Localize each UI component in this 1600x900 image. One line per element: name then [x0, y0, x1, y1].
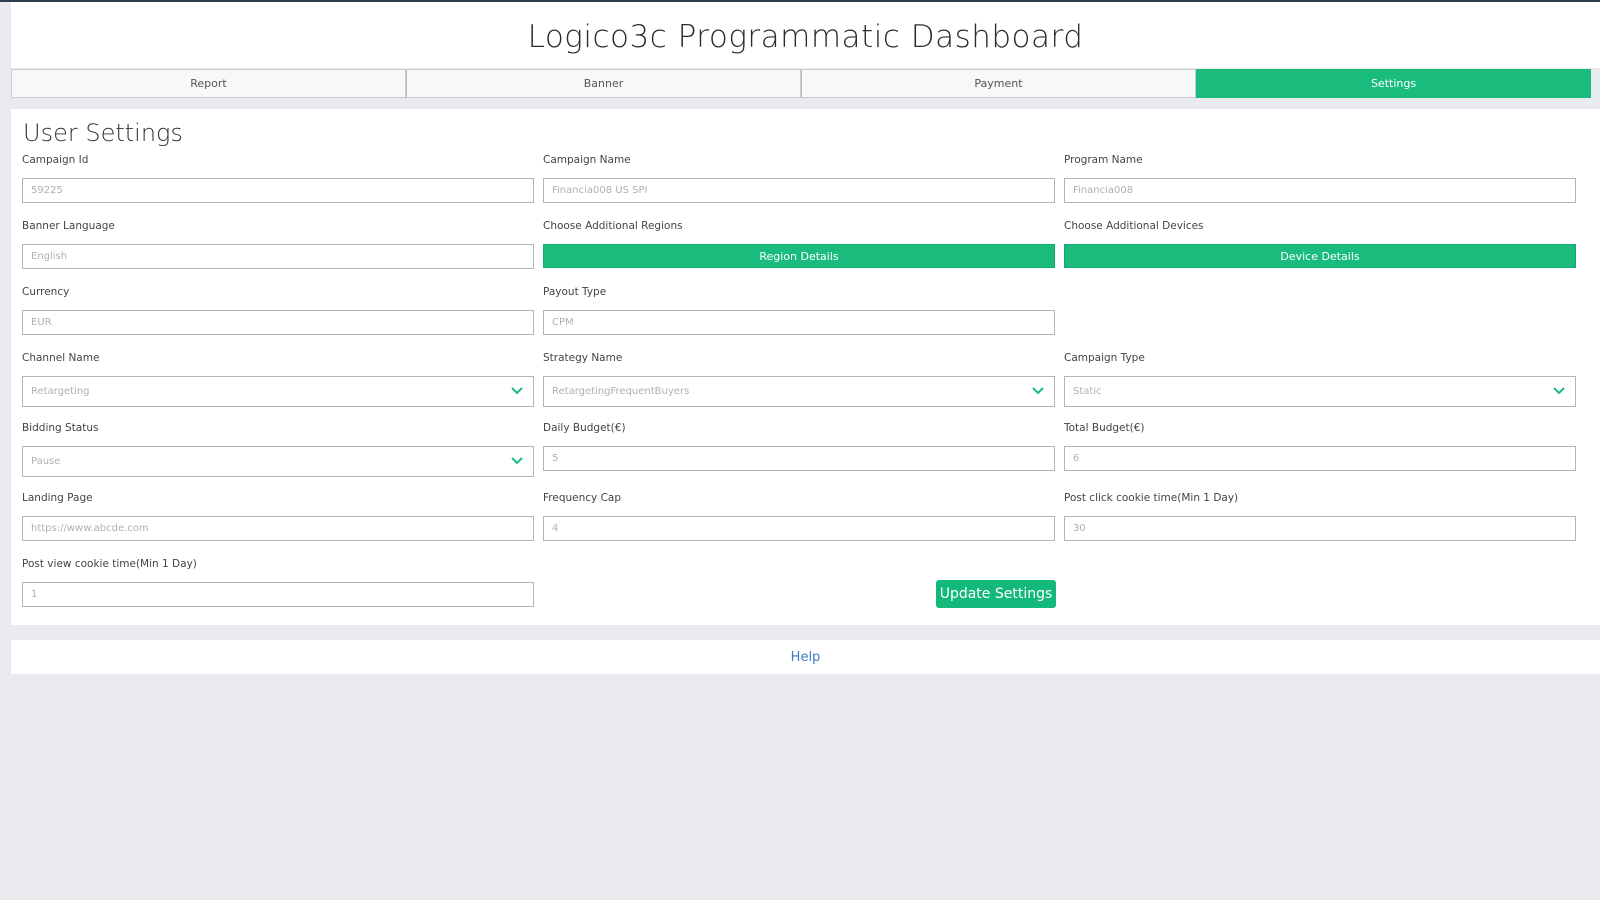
bidding-status-select[interactable]: Pause	[22, 446, 534, 477]
post-view-cookie-field: Post view cookie time(Min 1 Day) 1	[22, 557, 534, 607]
device-details-button[interactable]: Device Details	[1064, 244, 1576, 268]
campaign-type-select[interactable]: Static	[1064, 376, 1576, 407]
page-title: Logico3c Programmatic Dashboard	[527, 19, 1084, 55]
landing-page-input[interactable]: https://www.abcde.com	[22, 516, 534, 541]
chevron-down-icon	[511, 387, 523, 395]
additional-regions-label: Choose Additional Regions	[543, 220, 683, 232]
tab-payment[interactable]: Payment	[801, 69, 1196, 98]
strategy-name-field: Strategy Name RetargetingFrequentBuyers	[543, 351, 1055, 407]
total-budget-input[interactable]: 6	[1064, 446, 1576, 471]
update-settings-button[interactable]: Update Settings	[936, 580, 1056, 608]
campaign-id-field: Campaign Id 59225	[22, 153, 534, 203]
post-click-cookie-field: Post click cookie time(Min 1 Day) 30	[1064, 491, 1576, 541]
banner-language-input[interactable]: English	[22, 244, 534, 269]
program-name-field: Program Name Financia008	[1064, 153, 1576, 203]
additional-devices-field: Choose Additional Devices Device Details	[1064, 219, 1576, 268]
campaign-id-input[interactable]: 59225	[22, 178, 534, 203]
channel-name-field: Channel Name Retargeting	[22, 351, 534, 407]
campaign-type-field: Campaign Type Static	[1064, 351, 1576, 407]
user-settings-panel: User Settings Campaign Id 59225 Campaign…	[11, 109, 1600, 625]
campaign-type-label: Campaign Type	[1064, 352, 1145, 364]
campaign-id-label: Campaign Id	[22, 154, 89, 166]
total-budget-label: Total Budget(€)	[1064, 422, 1145, 434]
campaign-name-label: Campaign Name	[543, 154, 631, 166]
program-name-label: Program Name	[1064, 154, 1143, 166]
additional-regions-field: Choose Additional Regions Region Details	[543, 219, 1055, 268]
daily-budget-field: Daily Budget(€) 5	[543, 421, 1055, 471]
frequency-cap-input[interactable]: 4	[543, 516, 1055, 541]
chevron-down-icon	[1553, 387, 1565, 395]
post-view-cookie-label: Post view cookie time(Min 1 Day)	[22, 558, 197, 570]
daily-budget-input[interactable]: 5	[543, 446, 1055, 471]
header: Logico3c Programmatic Dashboard	[11, 2, 1600, 68]
payout-type-label: Payout Type	[543, 286, 607, 298]
strategy-name-select[interactable]: RetargetingFrequentBuyers	[543, 376, 1055, 407]
banner-language-field: Banner Language English	[22, 219, 534, 269]
campaign-name-field: Campaign Name Financia008 US SPI	[543, 153, 1055, 203]
campaign-name-input[interactable]: Financia008 US SPI	[543, 178, 1055, 203]
post-click-cookie-input[interactable]: 30	[1064, 516, 1576, 541]
footer: Help	[11, 640, 1600, 674]
tab-report[interactable]: Report	[11, 69, 406, 98]
landing-page-field: Landing Page https://www.abcde.com	[22, 491, 534, 541]
post-view-cookie-input[interactable]: 1	[22, 582, 534, 607]
tab-banner[interactable]: Banner	[406, 69, 801, 98]
post-click-cookie-label: Post click cookie time(Min 1 Day)	[1064, 492, 1239, 504]
campaign-type-value: Static	[1073, 386, 1102, 397]
nav-tabs: Report Banner Payment Settings	[11, 69, 1591, 98]
landing-page-label: Landing Page	[22, 492, 93, 504]
currency-field: Currency EUR	[22, 285, 534, 335]
bidding-status-label: Bidding Status	[22, 422, 99, 434]
strategy-name-value: RetargetingFrequentBuyers	[552, 386, 690, 397]
banner-language-label: Banner Language	[22, 220, 115, 232]
chevron-down-icon	[1032, 387, 1044, 395]
total-budget-field: Total Budget(€) 6	[1064, 421, 1576, 471]
payout-type-field: Payout Type CPM	[543, 285, 1055, 335]
channel-name-label: Channel Name	[22, 352, 100, 364]
help-link[interactable]: Help	[791, 650, 821, 665]
tab-settings[interactable]: Settings	[1196, 69, 1591, 98]
daily-budget-label: Daily Budget(€)	[543, 422, 626, 434]
bidding-status-value: Pause	[31, 456, 61, 467]
currency-label: Currency	[22, 286, 70, 298]
region-details-button[interactable]: Region Details	[543, 244, 1055, 268]
additional-devices-label: Choose Additional Devices	[1064, 220, 1204, 232]
channel-name-select[interactable]: Retargeting	[22, 376, 534, 407]
strategy-name-label: Strategy Name	[543, 352, 623, 364]
frequency-cap-field: Frequency Cap 4	[543, 491, 1055, 541]
payout-type-input[interactable]: CPM	[543, 310, 1055, 335]
bidding-status-field: Bidding Status Pause	[22, 421, 534, 477]
program-name-input[interactable]: Financia008	[1064, 178, 1576, 203]
section-title: User Settings	[23, 119, 183, 147]
frequency-cap-label: Frequency Cap	[543, 492, 622, 504]
channel-name-value: Retargeting	[31, 386, 90, 397]
chevron-down-icon	[511, 457, 523, 465]
currency-input[interactable]: EUR	[22, 310, 534, 335]
